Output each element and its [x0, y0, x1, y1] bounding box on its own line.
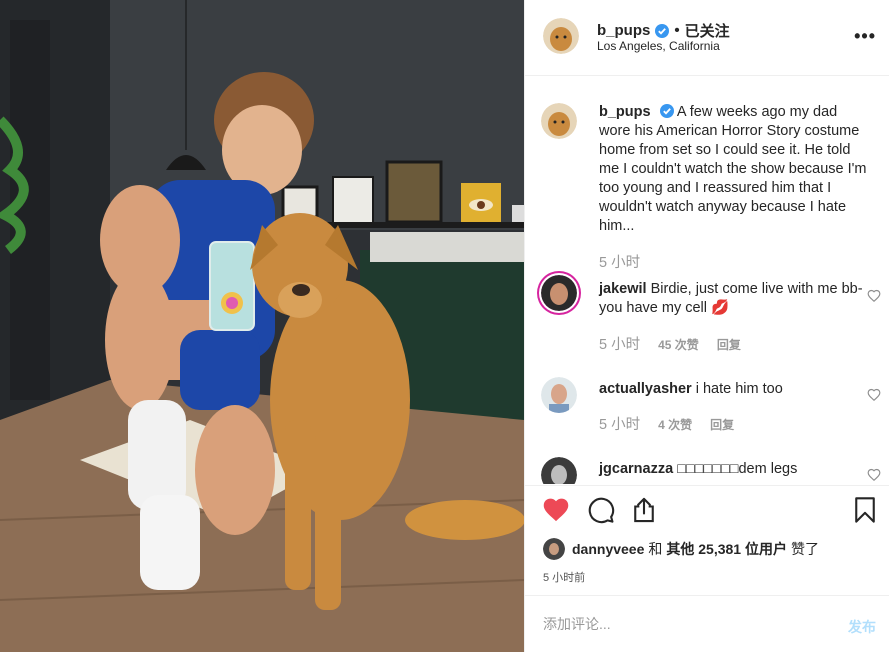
comment-item: jakewil Birdie, just come live with me b…	[541, 275, 881, 357]
author-avatar[interactable]	[543, 18, 579, 54]
liker-avatar[interactable]	[543, 538, 565, 560]
separator-dot: •	[674, 22, 680, 39]
likes-connector: 和	[648, 541, 663, 557]
verified-badge-icon	[659, 104, 674, 118]
caption-avatar[interactable]	[541, 103, 577, 139]
share-icon[interactable]	[630, 496, 658, 524]
comment-meta: 5 小时 45 次赞 回复	[599, 333, 755, 354]
post-header: b_pups • 已关注 Los Angeles, California •••	[525, 0, 889, 76]
follow-status[interactable]: 已关注	[685, 20, 730, 41]
caption-username[interactable]: b_pups	[599, 104, 651, 120]
add-comment-bar: 发布	[525, 595, 889, 652]
verified-badge-icon	[655, 23, 670, 38]
comment-text-block: jakewil Birdie, just come live with me b…	[599, 280, 867, 318]
commenter-avatar[interactable]	[541, 275, 577, 311]
comment-time[interactable]: 5 小时	[599, 337, 640, 353]
commenter-avatar[interactable]	[541, 377, 577, 413]
likes-count[interactable]: 其他 25,381 位用户	[666, 539, 787, 559]
post-photo[interactable]	[0, 0, 524, 652]
comment-time[interactable]: 5 小时	[599, 417, 640, 433]
like-heart-icon[interactable]	[542, 496, 570, 524]
comment-likes[interactable]: 45 次赞	[658, 338, 699, 352]
post-panel: b_pups • 已关注 Los Angeles, California •••…	[524, 0, 889, 652]
caption-meta: 5 小时	[599, 251, 654, 272]
reply-button[interactable]: 回复	[710, 418, 734, 432]
comments-list[interactable]: b_pups A few weeks ago my dad wore his A…	[525, 77, 889, 484]
comment-text: □□□□□□□dem legs	[677, 461, 798, 477]
comment-username[interactable]: jgcarnazza	[599, 461, 673, 477]
comment-username[interactable]: actuallyasher	[599, 381, 692, 397]
caption-text-block: b_pups A few weeks ago my dad wore his A…	[599, 103, 867, 236]
likes-suffix: 赞了	[790, 541, 819, 557]
caption-time[interactable]: 5 小时	[599, 255, 640, 271]
liker-username[interactable]: dannyveee	[572, 541, 644, 557]
comment-text-block: jgcarnazza □□□□□□□dem legs	[599, 460, 867, 479]
commenter-avatar[interactable]	[541, 457, 577, 484]
post-timestamp[interactable]: 5 小时前	[543, 569, 585, 585]
comment-item: actuallyasher i hate him too 5 小时 4 次赞 回…	[541, 377, 881, 447]
comment-text-block: actuallyasher i hate him too	[599, 380, 867, 399]
comment-text: i hate him too	[695, 381, 783, 397]
save-bookmark-icon[interactable]	[851, 496, 879, 524]
post-actions: dannyveee 和 其他 25,381 位用户 赞了 5 小时前	[525, 485, 889, 595]
likes-summary: dannyveee 和 其他 25,381 位用户 赞了	[543, 538, 819, 560]
caption-item: b_pups A few weeks ago my dad wore his A…	[541, 103, 881, 273]
more-options-icon[interactable]: •••	[854, 26, 876, 47]
post-comment-button[interactable]: 发布	[848, 617, 876, 637]
reply-button[interactable]: 回复	[717, 338, 741, 352]
photo-illustration	[0, 0, 524, 652]
comment-like-heart-icon[interactable]	[867, 388, 881, 402]
comment-meta: 5 小时 4 次赞 回复	[599, 413, 748, 434]
comment-username[interactable]: jakewil	[599, 281, 647, 297]
post-location[interactable]: Los Angeles, California	[597, 39, 720, 53]
comment-bubble-icon[interactable]	[587, 496, 615, 524]
comment-item: jgcarnazza □□□□□□□dem legs	[541, 457, 881, 484]
author-username[interactable]: b_pups	[597, 22, 650, 39]
comment-like-heart-icon[interactable]	[867, 468, 881, 482]
comment-like-heart-icon[interactable]	[867, 289, 881, 303]
comment-likes[interactable]: 4 次赞	[658, 418, 692, 432]
comment-input[interactable]	[543, 616, 823, 632]
caption-text: A few weeks ago my dad wore his American…	[599, 104, 867, 234]
